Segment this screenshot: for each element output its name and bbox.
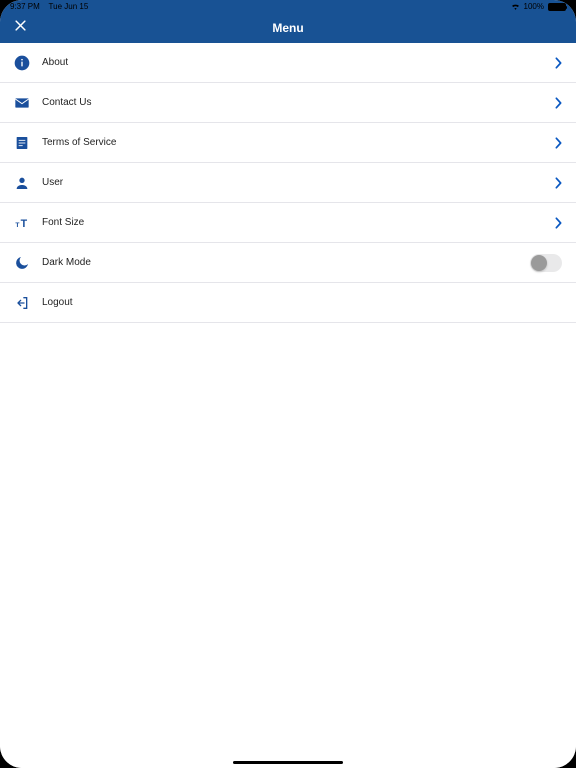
- wifi-icon: [511, 3, 520, 10]
- toggle-knob: [531, 255, 547, 271]
- menu-row-about[interactable]: About: [0, 43, 576, 83]
- user-icon: [14, 175, 30, 191]
- menu-label: Contact Us: [42, 97, 554, 108]
- svg-text:T: T: [15, 222, 19, 229]
- menu-row-darkmode: Dark Mode: [0, 243, 576, 283]
- menu-row-terms[interactable]: Terms of Service: [0, 123, 576, 163]
- menu-label: Logout: [42, 297, 562, 308]
- moon-icon: [14, 255, 30, 271]
- home-indicator[interactable]: [233, 761, 343, 764]
- menu-label: Terms of Service: [42, 137, 554, 148]
- menu-row-logout[interactable]: Logout: [0, 283, 576, 323]
- status-bar: 9:37 PM Tue Jun 15 100%: [0, 0, 576, 13]
- chevron-right-icon: [554, 136, 562, 150]
- chevron-right-icon: [554, 96, 562, 110]
- menu-label: Dark Mode: [42, 257, 530, 268]
- menu-label: Font Size: [42, 217, 554, 228]
- battery-percent: 100%: [524, 2, 544, 11]
- mail-icon: [14, 95, 30, 111]
- chevron-right-icon: [554, 176, 562, 190]
- menu-list: About Contact Us Terms of Service: [0, 43, 576, 768]
- logout-icon: [14, 295, 30, 311]
- chevron-right-icon: [554, 56, 562, 70]
- navbar: Menu: [0, 13, 576, 43]
- menu-row-user[interactable]: User: [0, 163, 576, 203]
- status-date: Tue Jun 15: [49, 2, 89, 11]
- menu-label: User: [42, 177, 554, 188]
- svg-text:T: T: [21, 218, 28, 230]
- status-time: 9:37 PM: [10, 2, 40, 11]
- document-icon: [14, 135, 30, 151]
- menu-label: About: [42, 57, 554, 68]
- chevron-right-icon: [554, 216, 562, 230]
- fontsize-icon: TT: [14, 215, 30, 231]
- darkmode-toggle[interactable]: [530, 254, 562, 272]
- status-left: 9:37 PM Tue Jun 15: [10, 2, 88, 11]
- menu-row-contact[interactable]: Contact Us: [0, 83, 576, 123]
- battery-icon: [548, 3, 566, 11]
- close-button[interactable]: [12, 20, 28, 36]
- info-icon: [14, 55, 30, 71]
- status-right: 100%: [511, 2, 566, 11]
- close-icon: [13, 18, 28, 38]
- navbar-title: Menu: [272, 21, 303, 35]
- menu-row-fontsize[interactable]: TT Font Size: [0, 203, 576, 243]
- app-screen: 9:37 PM Tue Jun 15 100% Menu About: [0, 0, 576, 768]
